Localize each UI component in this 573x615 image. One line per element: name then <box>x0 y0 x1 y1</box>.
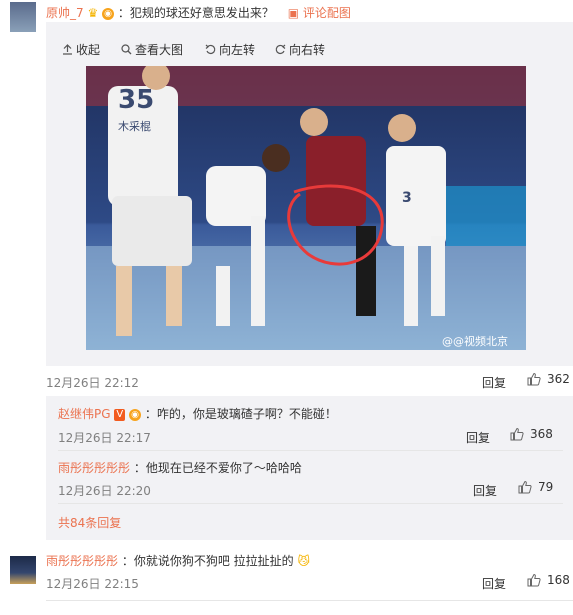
comment-timestamp: 12月26日 22:12 <box>46 376 139 390</box>
more-replies-link[interactable]: 共84条回复 <box>58 514 121 531</box>
avatar[interactable] <box>10 556 36 584</box>
like-button[interactable]: 362 <box>527 372 570 386</box>
like-button[interactable]: 368 <box>510 427 553 441</box>
image-icon: ▣ <box>287 6 300 20</box>
jersey-number-right: 3 <box>402 190 412 206</box>
comment-text: ：犯规的球还好意思发出来？ <box>117 6 274 20</box>
comment-timestamp: 12月26日 22:15 <box>46 577 139 591</box>
thumbs-up-icon <box>510 427 524 441</box>
comment-line: 雨彤彤彤彤彤 ：你就说你狗不狗吧 拉拉扯扯的 😼 <box>46 552 310 569</box>
like-count: 168 <box>547 573 570 587</box>
reply-item: 赵继伟PG V ◉ ：咋的，你是玻璃碴子啊？不能碰！ <box>58 405 337 422</box>
badge-icon: ◉ <box>102 8 115 20</box>
reply-text: ：咋的，你是玻璃碴子啊？不能碰！ <box>144 407 337 421</box>
photo-watermark: @@视频北京 <box>442 334 508 348</box>
thumbs-up-icon <box>527 372 541 386</box>
reply-timestamp: 12月26日 22:20 <box>58 484 151 498</box>
reply-timestamp: 12月26日 22:17 <box>58 431 151 445</box>
reply-item: 雨彤彤彤彤彤 ：他现在已经不爱你了～哈哈哈 <box>58 459 302 476</box>
search-icon <box>121 44 132 55</box>
jersey-text: 木采棍 <box>118 119 151 133</box>
divider <box>58 450 563 451</box>
like-button[interactable]: 168 <box>527 573 570 587</box>
rotate-right-icon <box>275 44 286 55</box>
collapse-label: 收起 <box>76 43 101 57</box>
divider <box>46 600 573 601</box>
comment-text: ：你就说你狗不狗吧 拉拉扯扯的 <box>121 554 294 568</box>
rotate-left-icon <box>205 44 216 55</box>
rotate-right-button[interactable]: 向右转 <box>275 41 325 58</box>
avatar[interactable] <box>10 2 36 32</box>
top-comment-line: 原帅_7 ♛ ◉ ：犯规的球还好意思发出来？ ▣ 评论配图 <box>46 4 351 21</box>
view-large-button[interactable]: 查看大图 <box>121 41 183 58</box>
emoji-icon: 😼 <box>297 554 311 568</box>
reply-username[interactable]: 雨彤彤彤彤彤 <box>58 461 130 475</box>
basketball-photo-graphic: 35 木采棍 3 @@视频北京 <box>86 66 526 350</box>
thumbs-up-icon <box>527 573 541 587</box>
reply-button[interactable]: 回复 <box>473 482 497 499</box>
like-button[interactable]: 79 <box>518 480 553 494</box>
reply-username[interactable]: 赵继伟PG <box>58 407 111 421</box>
collapse-button[interactable]: 收起 <box>62 41 100 58</box>
reply-text: ：他现在已经不爱你了～哈哈哈 <box>133 461 302 475</box>
verified-icon: V <box>114 409 126 421</box>
thumbs-up-icon <box>518 480 532 494</box>
like-count: 79 <box>538 480 554 494</box>
rotate-left-button[interactable]: 向左转 <box>205 41 255 58</box>
like-count: 368 <box>530 427 553 441</box>
comment-username[interactable]: 雨彤彤彤彤彤 <box>46 554 118 568</box>
view-large-label: 查看大图 <box>135 43 184 57</box>
reply-button[interactable]: 回复 <box>466 429 490 446</box>
jersey-number: 35 <box>118 85 154 115</box>
comment-image-link[interactable]: 评论配图 <box>303 6 351 20</box>
rotate-left-label: 向左转 <box>219 43 256 57</box>
crown-icon: ♛ <box>87 6 99 20</box>
reply-button[interactable]: 回复 <box>482 374 506 391</box>
rotate-right-label: 向右转 <box>289 43 326 57</box>
like-count: 362 <box>547 372 570 386</box>
comment-photo[interactable]: 35 木采棍 3 @@视频北京 <box>86 66 526 350</box>
comment-username[interactable]: 原帅_7 <box>46 6 84 20</box>
badge-icon: ◉ <box>129 409 142 421</box>
divider <box>58 503 563 504</box>
reply-button[interactable]: 回复 <box>482 575 506 592</box>
upload-icon <box>63 44 72 55</box>
